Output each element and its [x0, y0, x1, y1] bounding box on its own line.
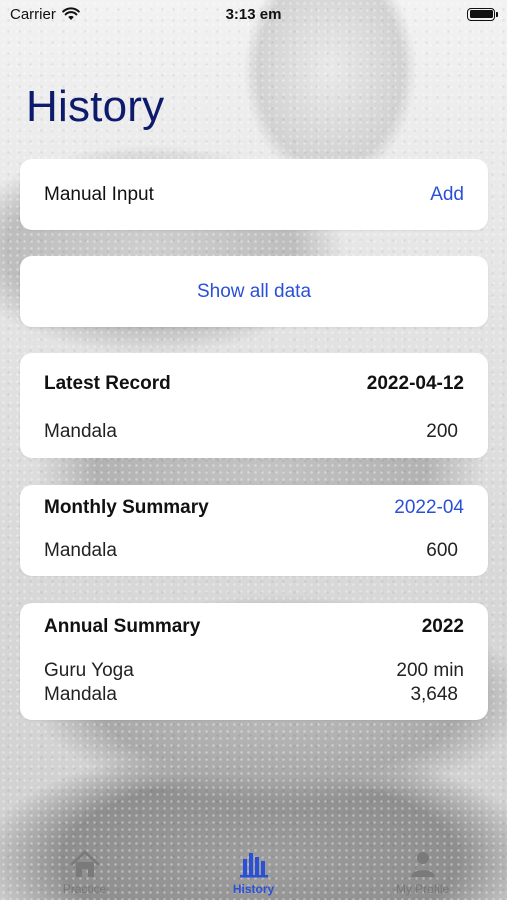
status-left: Carrier	[10, 6, 80, 23]
battery-icon	[467, 7, 498, 21]
carrier-label: Carrier	[10, 5, 56, 23]
monthly-summary-item: Mandala	[44, 540, 117, 561]
monthly-period-link[interactable]: 2022-04	[394, 497, 464, 519]
latest-record-value: 200	[426, 421, 458, 442]
manual-input-label: Manual Input	[44, 183, 154, 205]
annual-row-item: Mandala	[44, 684, 117, 705]
show-all-data-label: Show all data	[196, 280, 312, 302]
monthly-summary-title: Monthly Summary	[44, 497, 209, 518]
tab-my-profile-label: My Profile	[395, 882, 450, 896]
monthly-summary-value: 600	[426, 540, 458, 561]
annual-row-item: Guru Yoga	[44, 660, 134, 681]
latest-record-card: Latest Record 2022-04-12 Mandala 200	[20, 353, 488, 458]
tab-my-profile[interactable]: My Profile	[363, 849, 483, 896]
page-title: History	[26, 82, 165, 131]
manual-input-card: Manual Input Add	[20, 159, 488, 230]
monthly-summary-card: Monthly Summary 2022-04 Mandala 600	[20, 485, 488, 576]
tab-bar: Practice History My Profile	[0, 838, 507, 900]
add-button[interactable]: Add	[430, 184, 464, 206]
tab-history-label: History	[232, 882, 275, 896]
latest-record-title: Latest Record	[44, 373, 171, 394]
annual-row-value: 3,648	[410, 684, 458, 705]
latest-record-date: 2022-04-12	[366, 373, 464, 394]
wifi-icon	[62, 7, 80, 20]
person-icon	[410, 852, 435, 877]
annual-row-value: 200 min	[396, 660, 464, 681]
annual-summary-card: Annual Summary 2022 Guru Yoga 200 min Ma…	[20, 603, 488, 720]
annual-summary-year: 2022	[421, 616, 464, 637]
latest-record-item: Mandala	[44, 421, 117, 442]
show-all-data-button[interactable]: Show all data	[20, 256, 488, 327]
annual-summary-title: Annual Summary	[44, 616, 201, 637]
tab-practice[interactable]: Practice	[25, 849, 145, 896]
status-bar: Carrier 3:13 em	[0, 0, 507, 28]
tab-practice-label: Practice	[62, 882, 107, 896]
tab-history[interactable]: History	[194, 849, 314, 896]
bar-chart-icon	[239, 853, 268, 878]
house-icon	[70, 850, 99, 877]
